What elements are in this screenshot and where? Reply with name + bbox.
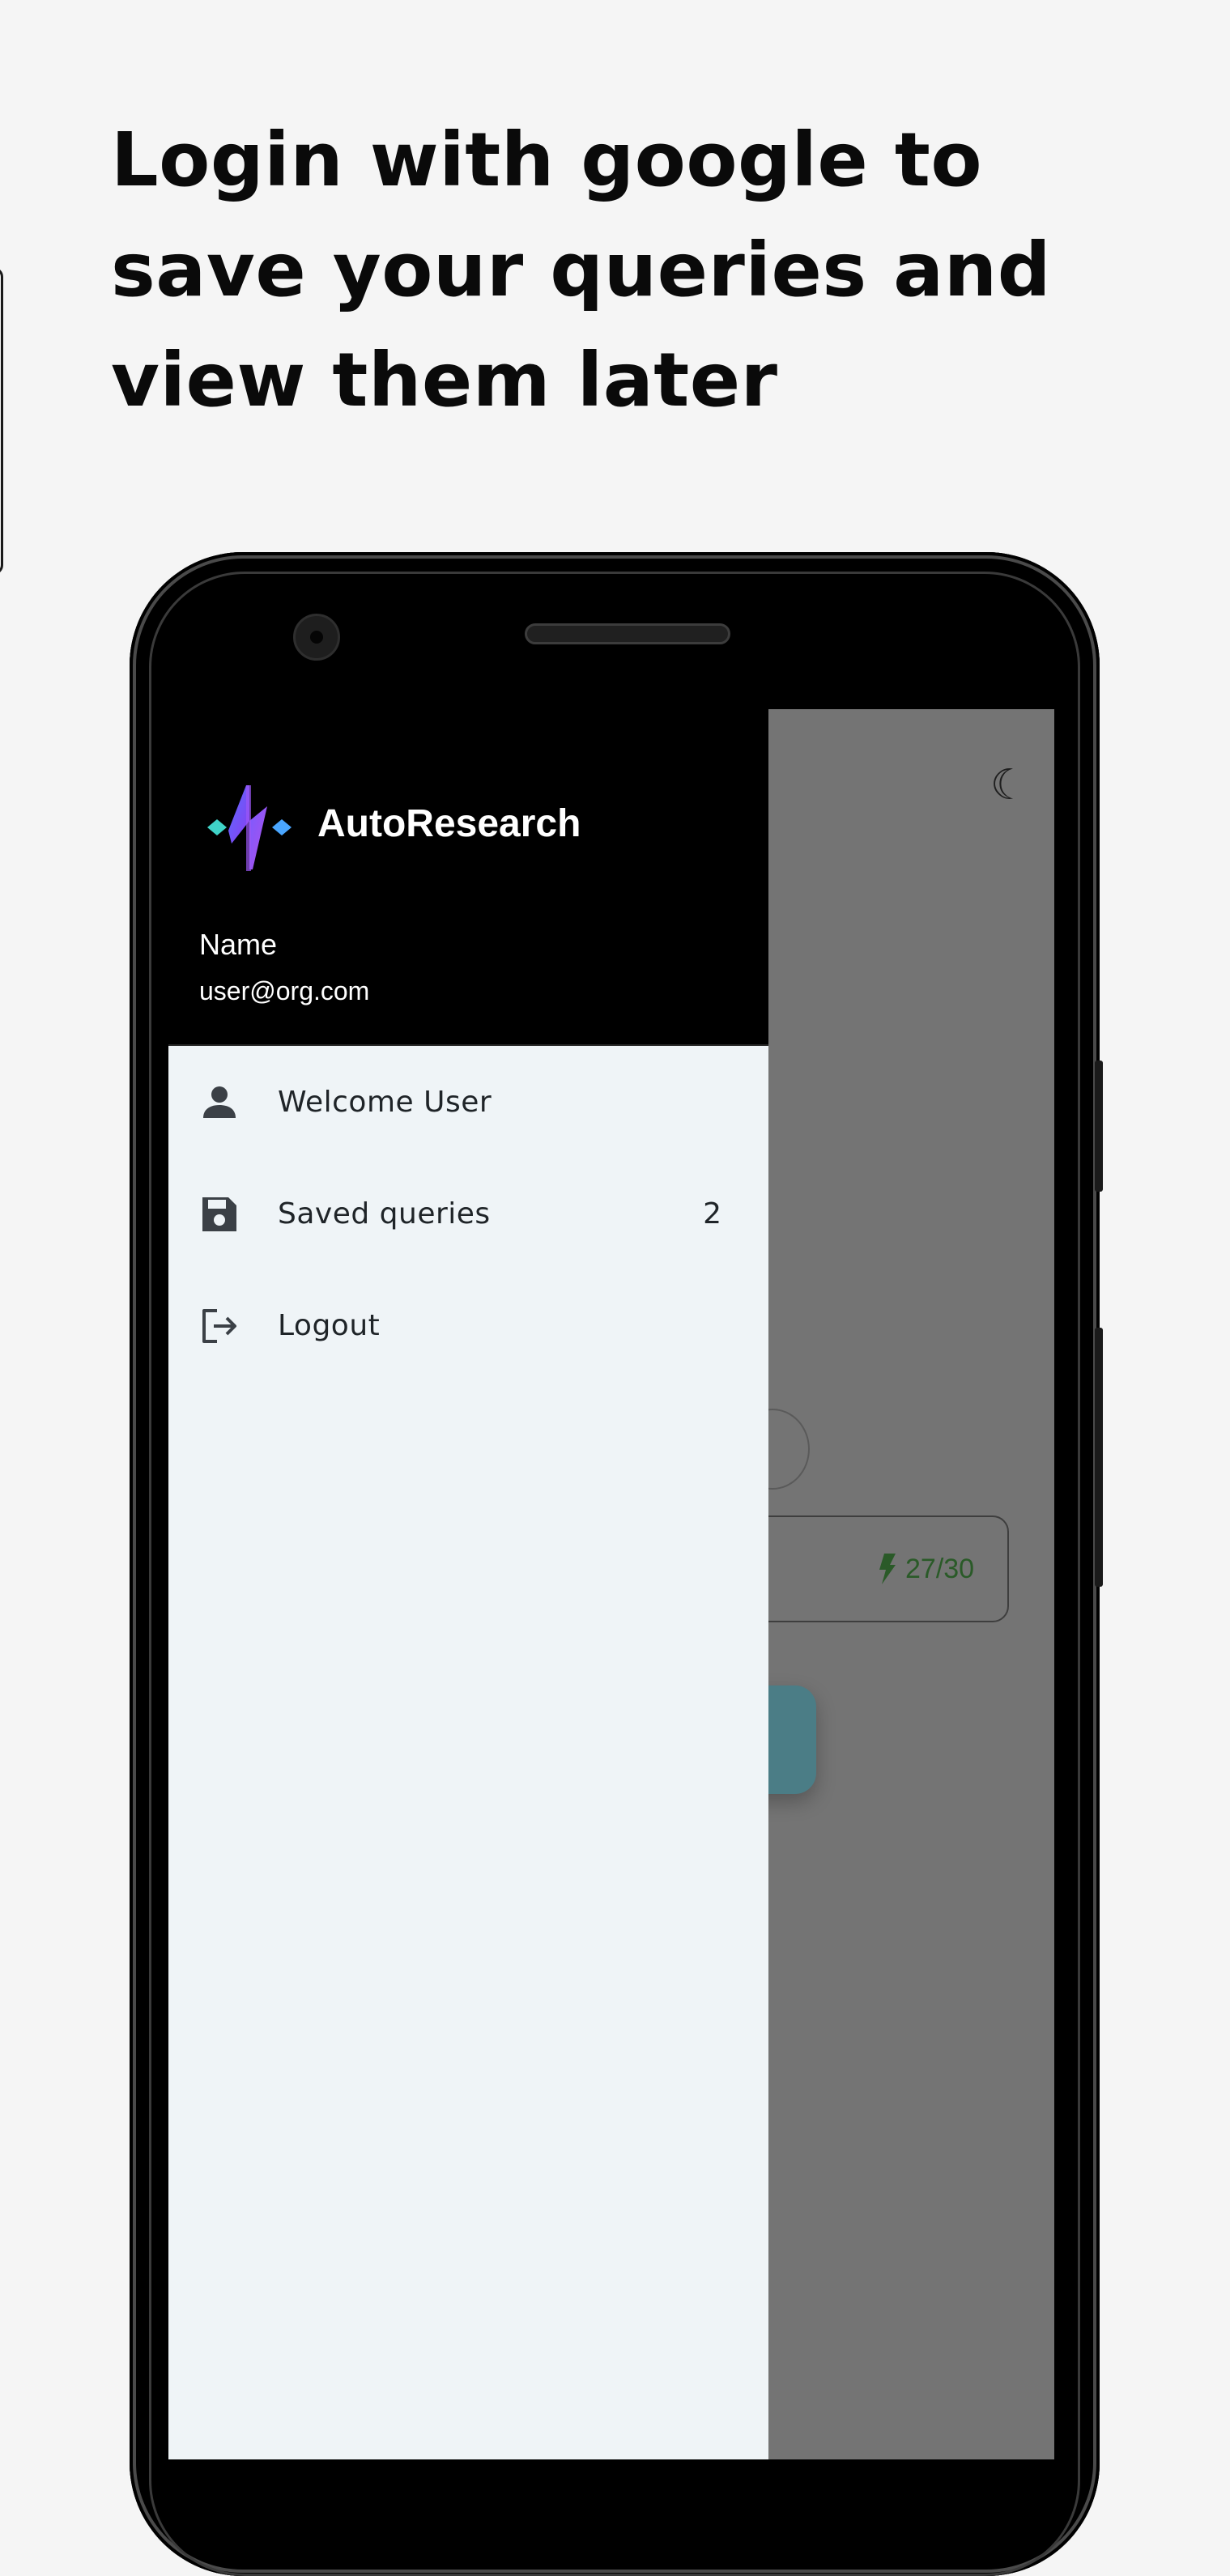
app-name: AutoResearch: [317, 802, 581, 845]
drawer-menu: Welcome User Saved queries 2 Logout: [168, 1046, 768, 1381]
user-name: Name: [199, 928, 278, 961]
person-icon: [203, 1086, 236, 1118]
phone-power-button: [1095, 1328, 1103, 1587]
navigation-drawer: AutoResearch Name user@org.com Welcome U…: [168, 709, 768, 2459]
secondary-phone-edge: [0, 267, 3, 575]
phone-volume-button: [1095, 1061, 1103, 1192]
menu-item-label: Saved queries: [278, 1197, 491, 1231]
moon-icon[interactable]: ☾: [983, 759, 1035, 811]
autoresearch-logo: [207, 785, 292, 871]
query-counter: 27/30: [878, 1553, 974, 1585]
page-headline: Login with google to save your queries a…: [111, 117, 1052, 423]
logout-icon: [202, 1309, 236, 1343]
save-icon: [202, 1197, 236, 1231]
menu-item-logout[interactable]: Logout: [168, 1269, 768, 1381]
query-counter-text: 27/30: [905, 1553, 975, 1584]
menu-item-label: Welcome User: [278, 1085, 492, 1119]
menu-item-saved-queries[interactable]: Saved queries 2: [168, 1158, 768, 1269]
phone-screen: ☾ 27/30 AutoResearch Name user@org.com W…: [168, 709, 1054, 2459]
user-email: user@org.com: [199, 976, 370, 1005]
front-camera: [293, 614, 340, 661]
menu-item-welcome-user[interactable]: Welcome User: [168, 1046, 768, 1158]
earpiece-speaker: [525, 623, 730, 644]
drawer-header: AutoResearch Name user@org.com: [168, 709, 768, 1046]
menu-item-label: Logout: [278, 1308, 381, 1342]
saved-queries-count: 2: [703, 1197, 721, 1231]
bolt-icon: [879, 1554, 896, 1584]
